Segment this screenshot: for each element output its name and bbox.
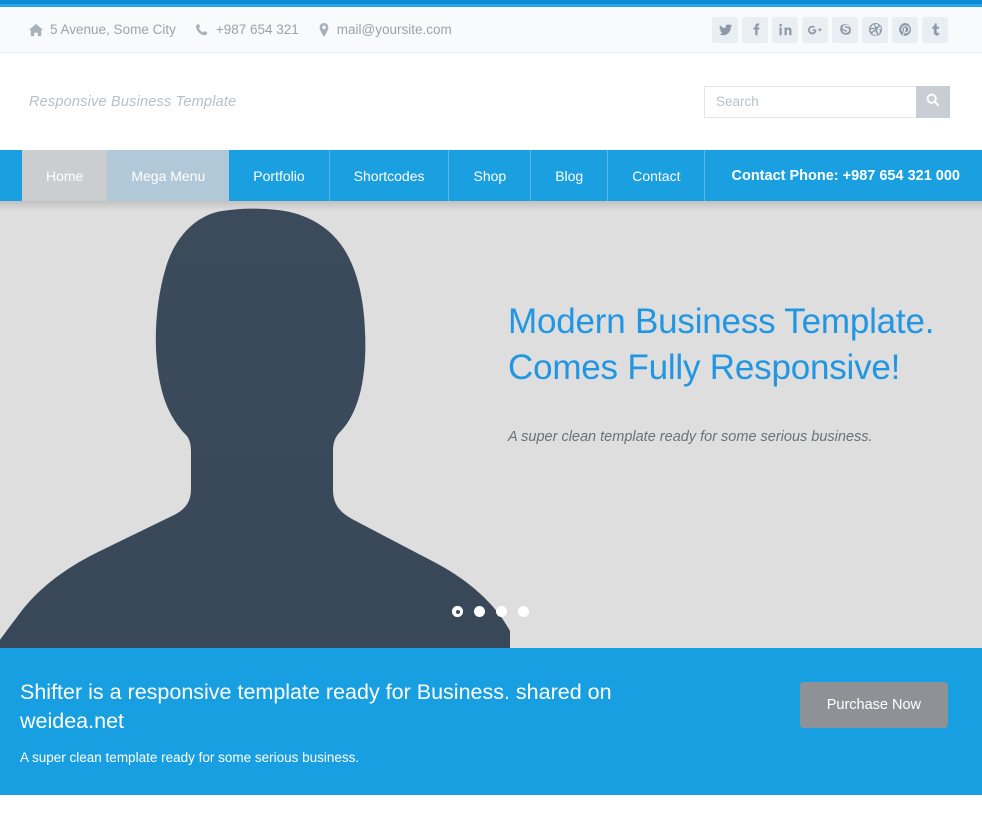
facebook-icon[interactable] — [742, 16, 768, 43]
nav-item-blog[interactable]: Blog — [531, 150, 609, 201]
social-links — [712, 16, 948, 43]
slider-dot-4[interactable] — [518, 606, 529, 617]
tumblr-icon[interactable] — [922, 16, 948, 43]
nav-label: Mega Menu — [131, 167, 206, 184]
contact-email-text: mail@yoursite.com — [336, 22, 452, 37]
twitter-icon[interactable] — [712, 16, 738, 43]
hero-subtitle: A super clean template ready for some se… — [508, 429, 873, 446]
slider-dot-2[interactable] — [474, 606, 485, 617]
nav-item-mega-menu[interactable]: Mega Menu — [107, 150, 230, 201]
phone-icon — [195, 23, 209, 37]
contact-address: 5 Avenue, Some City — [29, 22, 176, 37]
contact-phone-text: +987 654 321 — [215, 22, 299, 37]
purchase-now-button[interactable]: Purchase Now — [799, 681, 948, 728]
call-to-action-band: Shifter is a responsive template ready f… — [0, 648, 982, 795]
nav-label: Blog — [555, 167, 584, 184]
nav-item-portfolio[interactable]: Portfolio — [229, 150, 330, 201]
search-form — [704, 85, 950, 118]
page-footer-spacer — [0, 795, 982, 805]
nav-item-contact[interactable]: Contact — [608, 150, 706, 201]
hero-text-block: Modern Business Template. Comes Fully Re… — [508, 299, 958, 445]
nav-contact-phone: Contact Phone: +987 654 321 000 — [731, 167, 961, 184]
main-navigation: Home Mega Menu Portfolio Shortcodes Shop… — [0, 150, 982, 201]
hero-slider: Modern Business Template. Comes Fully Re… — [0, 201, 982, 648]
nav-item-home[interactable]: Home — [22, 150, 108, 201]
nav-item-shortcodes[interactable]: Shortcodes — [330, 150, 450, 201]
hero-title-line1: Modern Business Template. — [508, 302, 935, 341]
hero-title-line2: Comes Fully Responsive! — [508, 348, 901, 388]
search-icon — [926, 93, 940, 110]
contact-email: mail@yoursite.com — [318, 22, 452, 37]
nav-label: Home — [46, 167, 84, 184]
nav-label: Contact — [632, 167, 681, 184]
cta-text-block: Shifter is a responsive template ready f… — [20, 678, 720, 765]
pinterest-icon[interactable] — [892, 16, 918, 43]
nav-item-shop[interactable]: Shop — [449, 150, 532, 201]
skype-icon[interactable] — [832, 16, 858, 43]
contact-phone: +987 654 321 — [195, 22, 299, 37]
slider-pagination — [452, 606, 529, 617]
site-logo[interactable]: Responsive Business Template — [29, 94, 236, 110]
nav-label: Shortcodes — [353, 167, 425, 184]
hero-title: Modern Business Template. Comes Fully Re… — [508, 299, 958, 391]
person-silhouette-image — [0, 208, 510, 648]
slider-dot-3[interactable] — [496, 606, 507, 617]
search-input[interactable] — [704, 85, 916, 118]
cta-subtitle: A super clean template ready for some se… — [20, 749, 360, 765]
nav-label: Shop — [473, 167, 507, 184]
cta-title: Shifter is a responsive template ready f… — [20, 680, 612, 733]
contact-address-text: 5 Avenue, Some City — [50, 22, 176, 37]
search-button[interactable] — [916, 85, 950, 118]
home-icon — [29, 23, 43, 37]
top-contact-bar: 5 Avenue, Some City +987 654 321 mail@yo… — [0, 7, 982, 53]
dribbble-icon[interactable] — [862, 16, 888, 43]
map-pin-icon — [318, 22, 330, 37]
header-band: Responsive Business Template — [0, 53, 982, 150]
nav-label: Portfolio — [253, 167, 305, 184]
slider-dot-1[interactable] — [452, 606, 463, 617]
google-plus-icon[interactable] — [802, 16, 828, 43]
contact-info-group: 5 Avenue, Some City +987 654 321 mail@yo… — [29, 22, 452, 37]
linkedin-icon[interactable] — [772, 16, 798, 43]
